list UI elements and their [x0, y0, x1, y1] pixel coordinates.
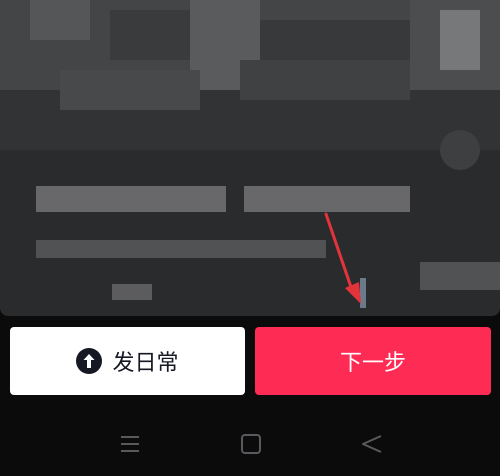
next-step-label: 下一步	[339, 351, 406, 376]
red-arrow-icon	[324, 212, 361, 304]
system-nav-bar	[0, 410, 500, 476]
video-preview[interactable]	[0, 0, 500, 316]
arrow-up-circle-icon	[76, 348, 103, 374]
action-bar: 发日常 下一步	[0, 316, 500, 410]
menu-icon[interactable]	[118, 432, 142, 456]
post-daily-button[interactable]: 发日常	[10, 327, 245, 395]
next-step-button[interactable]: 下一步	[255, 327, 491, 395]
post-daily-label: 发日常	[112, 351, 179, 376]
home-square-icon[interactable]	[239, 432, 263, 456]
back-triangle-icon[interactable]	[360, 432, 384, 456]
